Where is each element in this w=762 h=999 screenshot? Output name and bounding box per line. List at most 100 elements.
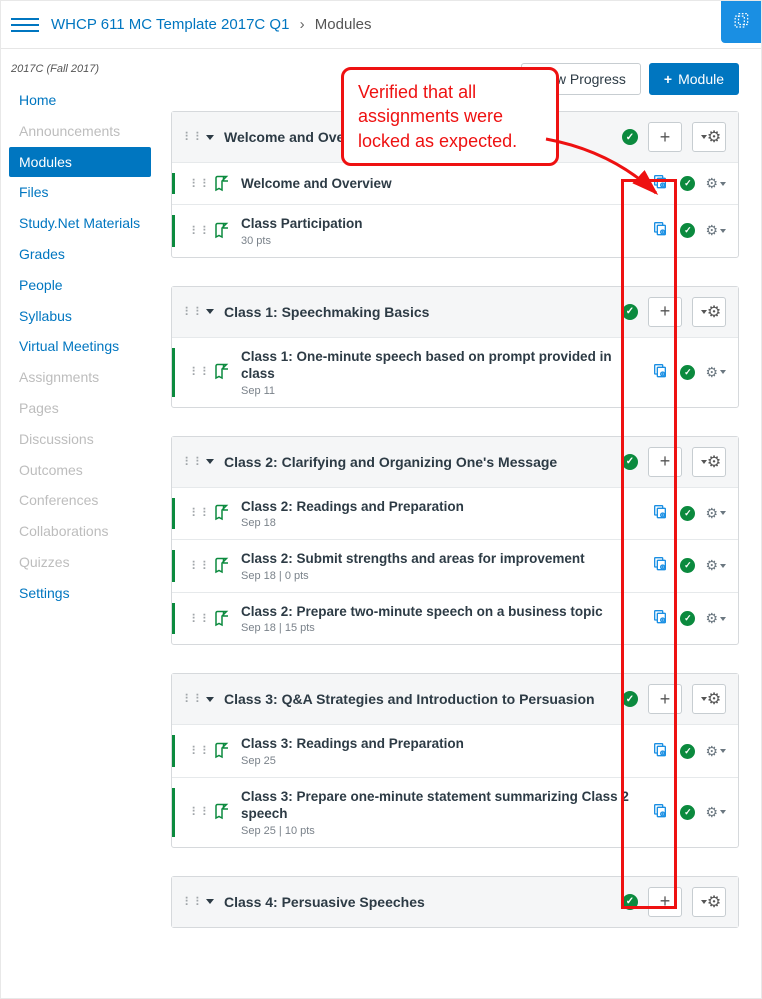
item-settings-button[interactable] xyxy=(705,364,726,381)
nav-home[interactable]: Home xyxy=(9,85,151,116)
item-title: Class 3: Readings and Preparation xyxy=(241,735,642,753)
drag-handle-icon[interactable] xyxy=(191,806,203,818)
module-settings-button[interactable] xyxy=(692,684,726,714)
status-bar xyxy=(172,348,175,397)
published-icon[interactable] xyxy=(680,805,695,820)
item-title: Class 1: One-minute speech based on prom… xyxy=(241,348,642,383)
assignment-icon xyxy=(213,504,231,522)
breadcrumb-course-link[interactable]: WHCP 611 MC Template 2017C Q1 xyxy=(51,16,289,33)
nav-study-net-materials[interactable]: Study.Net Materials xyxy=(9,208,151,239)
expand-caret-icon[interactable] xyxy=(206,899,214,904)
copy-icon xyxy=(731,12,751,32)
drag-handle-icon[interactable] xyxy=(191,560,203,572)
module-title: Class 4: Persuasive Speeches xyxy=(224,894,612,910)
nav-announcements[interactable]: Announcements xyxy=(9,116,151,147)
item-settings-button[interactable] xyxy=(705,505,726,522)
status-bar xyxy=(172,788,175,837)
item-settings-button[interactable] xyxy=(705,222,726,239)
nav-grades[interactable]: Grades xyxy=(9,239,151,270)
nav-assignments[interactable]: Assignments xyxy=(9,362,151,393)
expand-caret-icon[interactable] xyxy=(206,459,214,464)
drag-handle-icon[interactable] xyxy=(184,131,196,143)
item-title: Class 2: Prepare two-minute speech on a … xyxy=(241,603,642,621)
nav-quizzes[interactable]: Quizzes xyxy=(9,547,151,578)
item-settings-button[interactable] xyxy=(705,557,726,574)
item-settings-button[interactable] xyxy=(705,610,726,627)
published-icon[interactable] xyxy=(680,558,695,573)
status-bar xyxy=(172,498,175,530)
breadcrumb-current: Modules xyxy=(315,16,372,33)
drag-handle-icon[interactable] xyxy=(184,456,196,468)
drag-handle-icon[interactable] xyxy=(191,613,203,625)
add-module-button[interactable]: Module xyxy=(649,63,739,95)
module-title: Class 3: Q&A Strategies and Introduction… xyxy=(224,691,612,707)
breadcrumb: WHCP 611 MC Template 2017C Q1 › Modules xyxy=(51,16,372,33)
status-bar xyxy=(172,603,175,635)
published-icon[interactable] xyxy=(680,611,695,626)
status-bar xyxy=(172,173,175,194)
nav-syllabus[interactable]: Syllabus xyxy=(9,301,151,332)
assignment-icon xyxy=(213,222,231,240)
annotation-callout: Verified that all assignments were locke… xyxy=(341,67,559,166)
nav-pages[interactable]: Pages xyxy=(9,393,151,424)
expand-caret-icon[interactable] xyxy=(206,697,214,702)
published-icon[interactable] xyxy=(680,506,695,521)
module-title: Class 2: Clarifying and Organizing One's… xyxy=(224,454,612,470)
nav-files[interactable]: Files xyxy=(9,177,151,208)
published-icon[interactable] xyxy=(680,365,695,380)
nav-settings[interactable]: Settings xyxy=(9,578,151,609)
drag-handle-icon[interactable] xyxy=(184,896,196,908)
drag-handle-icon[interactable] xyxy=(191,178,203,190)
item-meta: Sep 11 xyxy=(241,385,642,397)
assignment-icon xyxy=(213,175,231,193)
item-settings-button[interactable] xyxy=(705,743,726,760)
annotation-arrow xyxy=(541,131,691,221)
status-bar xyxy=(172,550,175,582)
drag-handle-icon[interactable] xyxy=(191,225,203,237)
module-settings-button[interactable] xyxy=(692,297,726,327)
module-settings-button[interactable] xyxy=(692,887,726,917)
module-settings-button[interactable] xyxy=(692,447,726,477)
published-icon[interactable] xyxy=(680,223,695,238)
expand-caret-icon[interactable] xyxy=(206,309,214,314)
status-bar xyxy=(172,735,175,767)
nav-people[interactable]: People xyxy=(9,270,151,301)
nav-outcomes[interactable]: Outcomes xyxy=(9,455,151,486)
item-meta: Sep 18 xyxy=(241,517,642,529)
clipboard-sidebar-tab[interactable] xyxy=(721,1,761,43)
item-settings-button[interactable] xyxy=(705,175,726,192)
hamburger-menu-icon[interactable] xyxy=(11,11,39,39)
drag-handle-icon[interactable] xyxy=(191,745,203,757)
item-title: Class 3: Prepare one-minute statement su… xyxy=(241,788,642,823)
item-meta: Sep 25 xyxy=(241,755,642,767)
nav-collaborations[interactable]: Collaborations xyxy=(9,516,151,547)
drag-handle-icon[interactable] xyxy=(191,366,203,378)
item-title: Class 2: Submit strengths and areas for … xyxy=(241,550,642,568)
breadcrumb-separator: › xyxy=(300,16,305,33)
assignment-icon xyxy=(213,363,231,381)
item-meta: 30 pts xyxy=(241,235,642,247)
term-label: 2017C (Fall 2017) xyxy=(9,63,151,75)
status-bar xyxy=(172,215,175,247)
published-icon[interactable] xyxy=(680,744,695,759)
annotation-highlight-box xyxy=(621,179,677,909)
item-meta: Sep 18 | 0 pts xyxy=(241,570,642,582)
nav-conferences[interactable]: Conferences xyxy=(9,485,151,516)
drag-handle-icon[interactable] xyxy=(191,507,203,519)
nav-modules[interactable]: Modules xyxy=(9,147,151,178)
item-meta: Sep 25 | 10 pts xyxy=(241,825,642,837)
item-meta: Sep 18 | 15 pts xyxy=(241,622,642,634)
assignment-icon xyxy=(213,557,231,575)
assignment-icon xyxy=(213,610,231,628)
drag-handle-icon[interactable] xyxy=(184,306,196,318)
drag-handle-icon[interactable] xyxy=(184,693,196,705)
nav-discussions[interactable]: Discussions xyxy=(9,424,151,455)
module-settings-button[interactable] xyxy=(692,122,726,152)
item-title: Class 2: Readings and Preparation xyxy=(241,498,642,516)
assignment-icon xyxy=(213,742,231,760)
item-settings-button[interactable] xyxy=(705,804,726,821)
expand-caret-icon[interactable] xyxy=(206,135,214,140)
nav-virtual-meetings[interactable]: Virtual Meetings xyxy=(9,331,151,362)
module-title: Class 1: Speechmaking Basics xyxy=(224,304,612,320)
assignment-icon xyxy=(213,803,231,821)
